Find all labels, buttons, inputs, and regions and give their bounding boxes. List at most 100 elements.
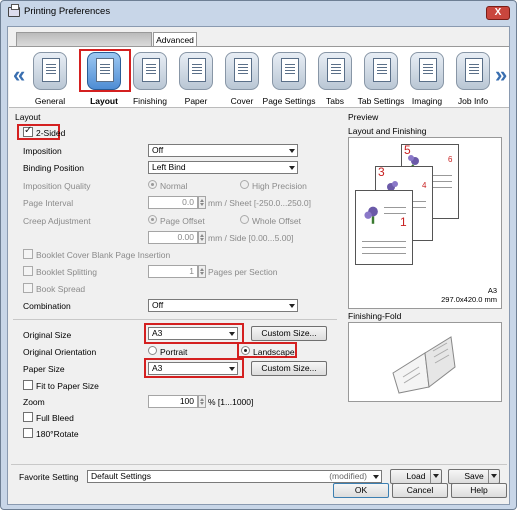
page-number-3: 3: [378, 165, 385, 179]
preview-pane: Preview Layout and Finishing 5 6 3 4 1 A…: [346, 112, 508, 467]
combination-value: Off: [152, 300, 164, 310]
function-toolbar: « General Layout Finishing Paper Cover P…: [9, 46, 509, 108]
text-line: [430, 187, 452, 188]
booklet-splitting-checkbox[interactable]: [23, 266, 33, 276]
favorite-setting-select[interactable]: Default Settings (modified): [87, 470, 382, 483]
help-button[interactable]: Help: [451, 483, 507, 498]
text-line: [384, 207, 406, 208]
booklet-splitting-label: Booklet Splitting: [36, 267, 97, 277]
original-size-label: Original Size: [23, 330, 72, 340]
booklet-split-input[interactable]: 1: [148, 265, 198, 278]
page-interval-input[interactable]: 0.0: [148, 196, 198, 209]
custom-size-button-2[interactable]: Custom Size...: [251, 361, 327, 376]
rotate-180-label: 180°Rotate: [36, 429, 79, 439]
footer-divider: [11, 464, 507, 465]
flower-icon: [364, 206, 378, 224]
scroll-right-arrow[interactable]: »: [495, 64, 507, 86]
printing-preferences-window: Printing Preferences X Advanced « Genera…: [0, 0, 517, 510]
imposition-label: Imposition: [23, 146, 62, 156]
fit-to-paper-label: Fit to Paper Size: [36, 381, 99, 391]
title-bar: Printing Preferences X: [1, 1, 516, 25]
normal-radio[interactable]: [148, 180, 157, 189]
rotate-180-checkbox[interactable]: [23, 428, 33, 438]
save-label: Save: [464, 471, 484, 481]
tab-basic[interactable]: [16, 32, 152, 47]
selection-highlight: [79, 49, 131, 92]
paper-size-label: Paper Size: [23, 364, 65, 374]
paper-size-value: A3: [152, 363, 163, 373]
two-sided-checkbox[interactable]: [23, 125, 33, 137]
full-bleed-label: Full Bleed: [36, 413, 74, 423]
full-bleed-checkbox[interactable]: [23, 412, 33, 422]
booklet-cover-checkbox[interactable]: [23, 249, 33, 259]
cancel-button[interactable]: Cancel: [392, 483, 448, 498]
normal-label: Normal: [160, 181, 188, 191]
finishing-fold-title: Finishing-Fold: [348, 311, 402, 321]
text-line: [362, 247, 406, 248]
page-number-4: 4: [422, 181, 427, 190]
original-size-value: A3: [152, 328, 163, 338]
text-line: [430, 181, 452, 182]
favorite-setting-label: Favorite Setting: [19, 472, 79, 482]
zoom-spinner[interactable]: [198, 395, 206, 408]
high-precision-radio[interactable]: [240, 180, 249, 189]
save-button[interactable]: Save: [448, 469, 500, 484]
whole-offset-radio[interactable]: [240, 215, 249, 224]
combination-label: Combination: [23, 301, 71, 311]
tab-advanced[interactable]: Advanced: [153, 32, 197, 47]
text-line: [384, 213, 406, 214]
ok-button[interactable]: OK: [333, 483, 389, 498]
portrait-label: Portrait: [160, 347, 188, 357]
general-icon: [33, 52, 67, 90]
layout-finishing-title: Layout and Finishing: [348, 126, 427, 136]
imaging-icon: [410, 52, 444, 90]
portrait-radio[interactable]: [148, 346, 157, 355]
toolbar-general[interactable]: General: [26, 50, 74, 108]
page-offset-radio[interactable]: [148, 215, 157, 224]
layout-section-title: Layout: [15, 112, 41, 122]
book-spread-checkbox[interactable]: [23, 283, 33, 293]
page-offset-label: Page Offset: [160, 216, 205, 226]
paper-icon: [179, 52, 213, 90]
booklet-split-spinner[interactable]: [198, 265, 206, 278]
two-sided-label: 2-Sided: [36, 128, 66, 138]
page-number-6: 6: [448, 155, 453, 164]
zoom-label: Zoom: [23, 397, 45, 407]
close-button[interactable]: X: [486, 6, 510, 20]
zoom-input[interactable]: 100: [148, 395, 198, 408]
save-dropdown-arrow[interactable]: [488, 470, 499, 483]
favorite-value: Default Settings: [91, 471, 152, 481]
cover-icon: [225, 52, 259, 90]
booklet-cover-label: Booklet Cover Blank Page Insertion: [36, 250, 171, 260]
zoom-unit: % [1...1000]: [208, 397, 254, 407]
binding-value: Left Bind: [152, 162, 186, 172]
job-info-icon: [456, 52, 490, 90]
toolbar-label: General: [34, 96, 66, 106]
binding-position-select[interactable]: Left Bind: [148, 161, 298, 174]
text-line: [430, 175, 452, 176]
fold-icon: [392, 336, 456, 394]
load-button[interactable]: Load: [390, 469, 442, 484]
paper-dimensions: 297.0x420.0 mm: [441, 295, 497, 304]
preview-page: 1: [355, 190, 413, 265]
paper-size-select[interactable]: A3: [148, 362, 238, 375]
modified-indicator: (modified): [329, 471, 367, 481]
tabs-icon: [318, 52, 352, 90]
custom-size-button[interactable]: Custom Size...: [251, 326, 327, 341]
finishing-icon: [133, 52, 167, 90]
page-interval-spinner[interactable]: [198, 196, 206, 209]
combination-select[interactable]: Off: [148, 299, 298, 312]
toolbar-job-info[interactable]: Job Info: [449, 50, 497, 108]
creep-spinner[interactable]: [198, 231, 206, 244]
imposition-select[interactable]: Off: [148, 144, 298, 157]
tab-settings-icon: [364, 52, 398, 90]
landscape-radio[interactable]: [241, 346, 250, 355]
scroll-left-arrow[interactable]: «: [13, 64, 25, 86]
fit-to-paper-checkbox[interactable]: [23, 380, 33, 390]
high-precision-label: High Precision: [252, 181, 307, 191]
creep-unit: mm / Side [0.00...5.00]: [208, 233, 294, 243]
original-size-select[interactable]: A3: [148, 327, 238, 340]
load-dropdown-arrow[interactable]: [430, 470, 441, 483]
creep-value-input[interactable]: 0.00: [148, 231, 198, 244]
page-interval-label: Page Interval: [23, 198, 74, 208]
